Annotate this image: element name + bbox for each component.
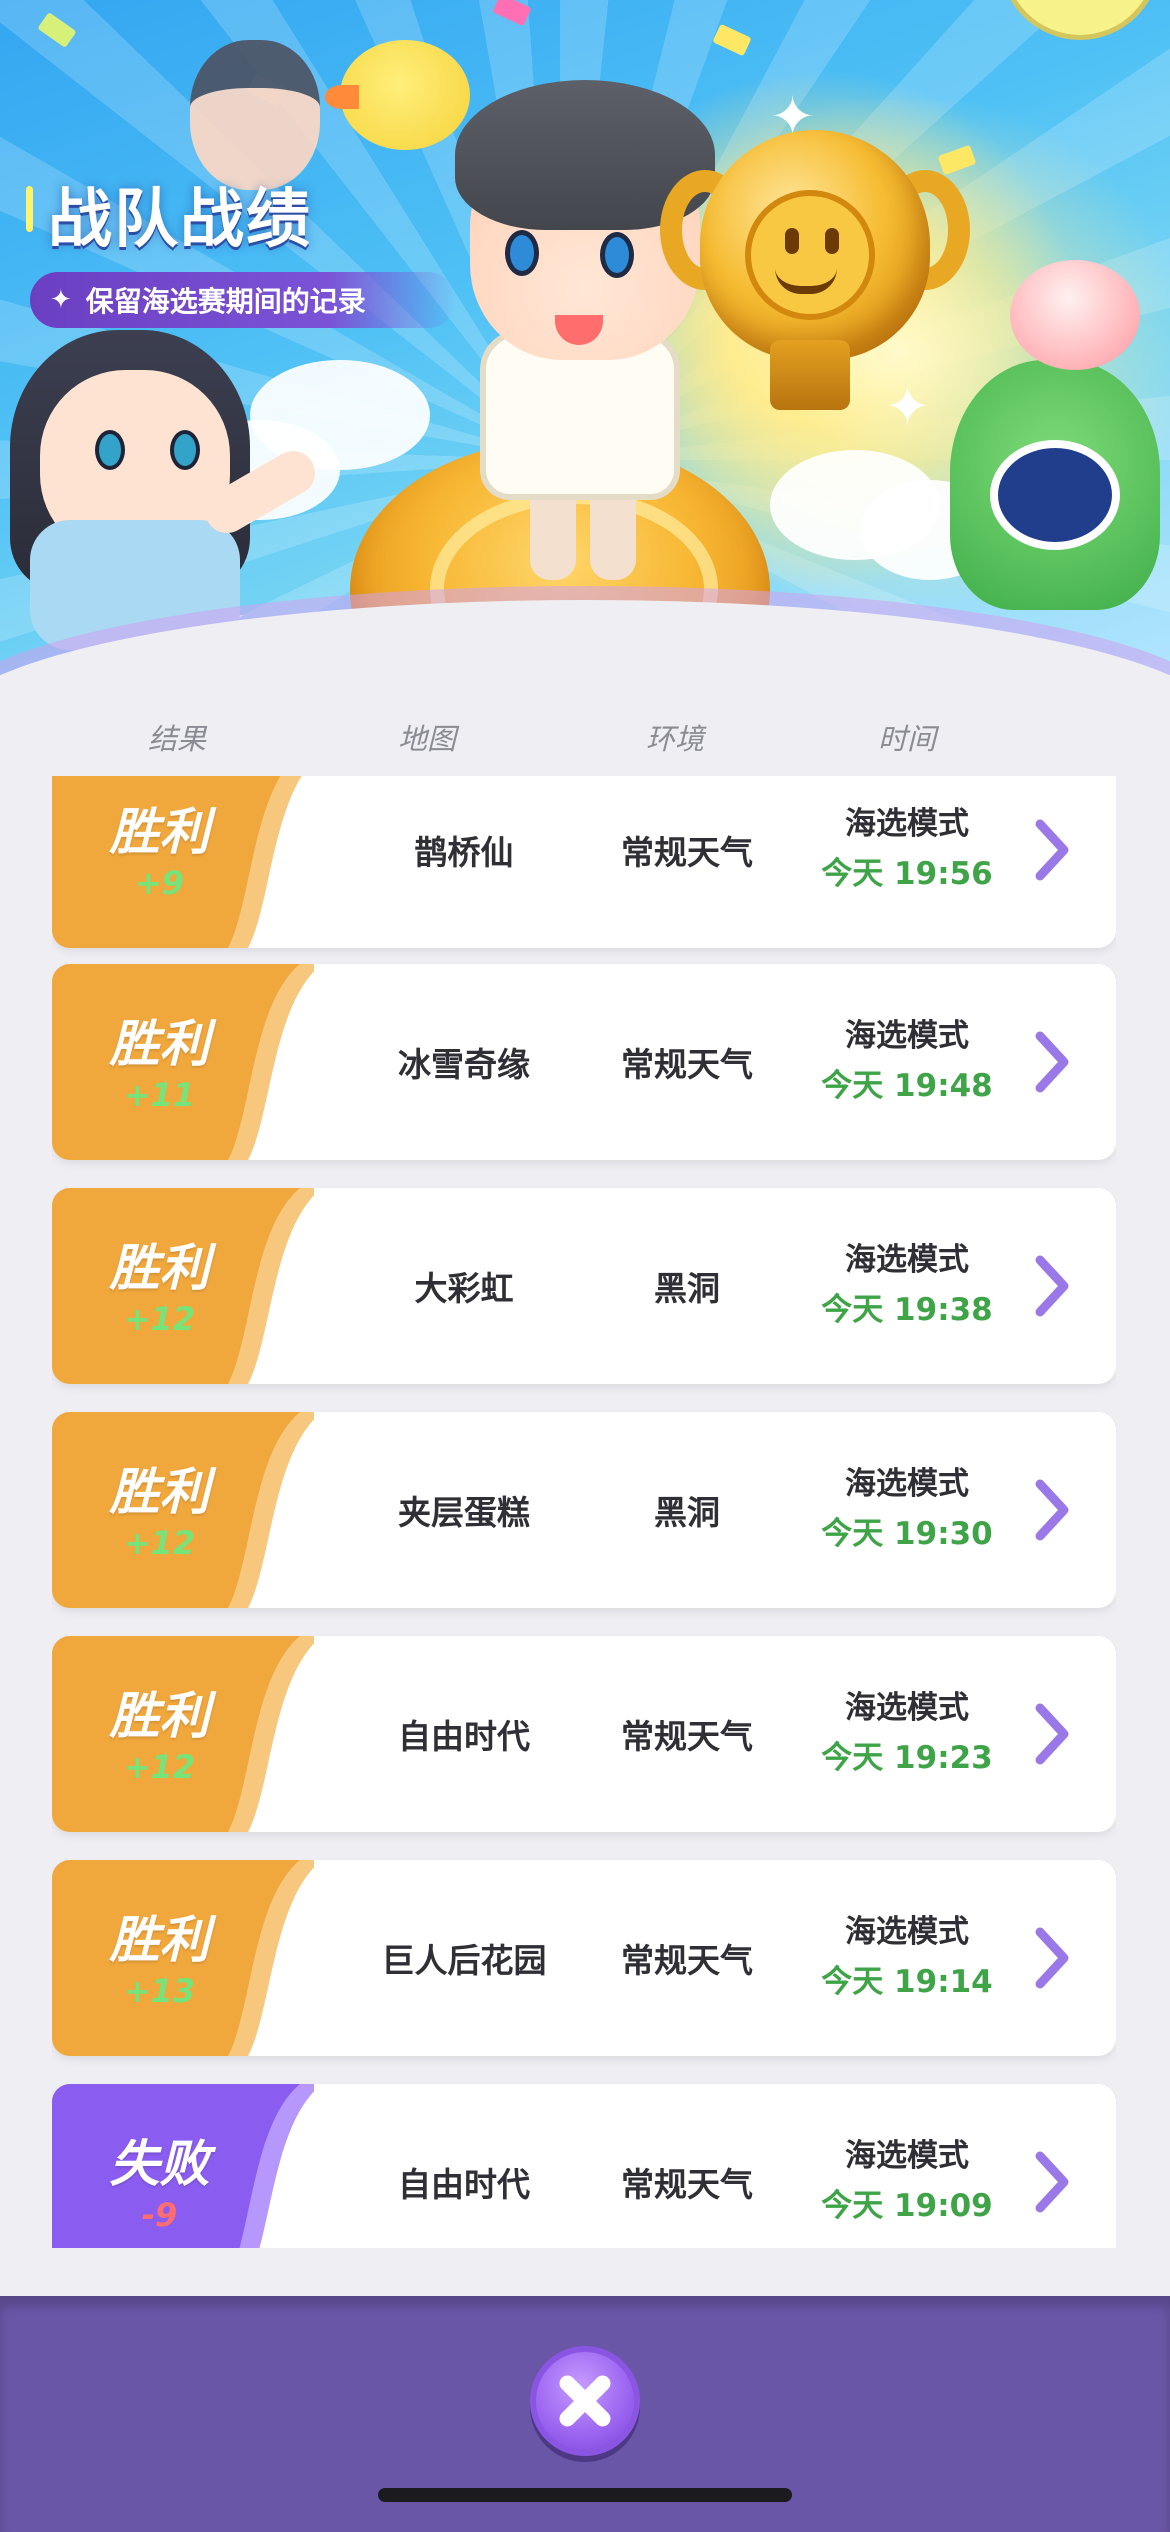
record-row[interactable]: 胜利 +11 冰雪奇缘 常规天气 海选模式今天 19:48 xyxy=(52,964,1116,1160)
match-mode: 海选模式 xyxy=(845,1690,969,1726)
match-time: 今天 19:38 xyxy=(821,1292,993,1328)
chevron-right-icon[interactable] xyxy=(1026,1022,1078,1102)
environment-name: 常规天气 xyxy=(621,833,753,872)
result-badge: 失败 -9 xyxy=(52,2084,314,2248)
score-change: +9 xyxy=(134,864,185,902)
match-mode: 海选模式 xyxy=(845,1242,969,1278)
record-row[interactable]: 胜利 +12 大彩虹 黑洞 海选模式今天 19:38 xyxy=(52,1188,1116,1384)
result-label: 胜利 xyxy=(109,1687,210,1745)
title-accent-bar xyxy=(26,186,33,232)
match-time: 今天 19:30 xyxy=(821,1516,993,1552)
score-change: +11 xyxy=(123,1076,196,1114)
column-header-result: 结果 xyxy=(148,722,207,756)
match-mode: 海选模式 xyxy=(845,1466,969,1502)
trophy-eye xyxy=(825,228,839,254)
result-badge: 胜利 +13 xyxy=(52,1860,314,2056)
environment-name: 常规天气 xyxy=(621,1941,753,1980)
chevron-right-icon[interactable] xyxy=(1026,2142,1078,2222)
match-time: 今天 19:23 xyxy=(821,1740,993,1776)
environment-name: 黑洞 xyxy=(654,1493,720,1532)
chick-beak xyxy=(325,85,359,109)
score-change: +12 xyxy=(123,1300,196,1338)
chevron-right-icon[interactable] xyxy=(1026,1918,1078,1998)
environment-name: 常规天气 xyxy=(621,2165,753,2204)
result-badge: 胜利 +12 xyxy=(52,1188,314,1384)
records-list[interactable]: 胜利 +9 鹊桥仙 常规天气 海选模式 今天 19:56 胜利 +11 冰雪奇缘 常规天气 海选模式… xyxy=(52,776,1116,2248)
match-time: 今天 19:14 xyxy=(821,1964,993,2000)
match-mode: 海选模式 xyxy=(845,1914,969,1950)
record-row[interactable]: 胜利 +12 夹层蛋糕 黑洞 海选模式今天 19:30 xyxy=(52,1412,1116,1608)
sparkle-icon: ✦ xyxy=(885,375,931,438)
page-title: 战队战绩 xyxy=(48,183,312,257)
boy-eye xyxy=(600,232,634,278)
page-subtitle: 保留海选赛期间的记录 xyxy=(85,285,366,318)
girl-eye xyxy=(95,430,125,470)
record-row[interactable]: 胜利 +13 巨人后花园 常规天气 海选模式今天 19:14 xyxy=(52,1860,1116,2056)
result-label: 胜利 xyxy=(109,1239,210,1297)
environment-name: 常规天气 xyxy=(621,1717,753,1756)
confetti xyxy=(492,0,532,27)
subtitle-pill: ✦ 保留海选赛期间的记录 xyxy=(30,272,456,328)
character-pink-blob xyxy=(1010,260,1140,370)
map-name: 自由时代 xyxy=(398,1717,530,1756)
record-row[interactable]: 胜利 +9 鹊桥仙 常规天气 海选模式今天 19:56 xyxy=(52,776,1116,948)
map-name: 夹层蛋糕 xyxy=(398,1493,530,1532)
result-label: 胜利 xyxy=(109,803,210,861)
home-indicator xyxy=(378,2488,792,2502)
girl-eye xyxy=(170,430,200,470)
character-chick xyxy=(340,40,470,150)
close-icon xyxy=(559,2375,611,2427)
score-change: -9 xyxy=(141,2196,178,2234)
chevron-right-icon[interactable] xyxy=(1026,1246,1078,1326)
map-name: 巨人后花园 xyxy=(381,1941,547,1980)
map-name: 自由时代 xyxy=(398,2165,530,2204)
trophy-eye xyxy=(785,228,799,254)
banner: ✦ ✦ ☆ 战队战绩 ✦ 保留海选赛期间的记录 xyxy=(0,0,1170,720)
character-duck xyxy=(1000,0,1160,40)
result-label: 胜利 xyxy=(109,1911,210,1969)
environment-name: 常规天气 xyxy=(621,1045,753,1084)
trophy-face xyxy=(745,190,875,320)
result-badge: 胜利 +12 xyxy=(52,1412,314,1608)
score-change: +13 xyxy=(123,1972,196,2010)
column-header-time: 时间 xyxy=(878,722,937,756)
column-header-map: 地图 xyxy=(398,722,457,756)
chevron-right-icon[interactable] xyxy=(1026,810,1078,890)
result-label: 失败 xyxy=(109,2135,210,2193)
match-time: 今天 19:48 xyxy=(821,1068,993,1104)
score-change: +12 xyxy=(123,1524,196,1562)
result-label: 胜利 xyxy=(109,1463,210,1521)
dino-mouth xyxy=(990,440,1120,550)
match-time: 今天 19:09 xyxy=(821,2188,993,2224)
result-badge: 胜利 +9 xyxy=(52,776,314,948)
score-change: +12 xyxy=(123,1748,196,1786)
record-row[interactable]: 失败 -9 自由时代 常规天气 海选模式今天 19:09 xyxy=(52,2084,1116,2248)
boy-eye xyxy=(505,230,539,276)
trophy-stem xyxy=(770,340,850,410)
chevron-right-icon[interactable] xyxy=(1026,1694,1078,1774)
environment-name: 黑洞 xyxy=(654,1269,720,1308)
close-button[interactable] xyxy=(530,2346,640,2456)
map-name: 鹊桥仙 xyxy=(414,833,514,872)
result-label: 胜利 xyxy=(109,1015,210,1073)
match-mode: 海选模式 xyxy=(845,1018,969,1054)
match-time: 今天 19:56 xyxy=(821,856,993,892)
map-name: 大彩虹 xyxy=(414,1269,514,1308)
chevron-right-icon[interactable] xyxy=(1026,1470,1078,1550)
confetti xyxy=(37,12,77,48)
match-mode: 海选模式 xyxy=(845,2138,969,2174)
match-mode: 海选模式 xyxy=(845,806,969,842)
confetti xyxy=(712,23,752,57)
result-badge: 胜利 +12 xyxy=(52,1636,314,1832)
map-name: 冰雪奇缘 xyxy=(398,1045,530,1084)
result-badge: 胜利 +11 xyxy=(52,964,314,1160)
column-header-environment: 环境 xyxy=(646,722,705,756)
sparkle-icon: ✦ xyxy=(50,285,72,315)
record-row[interactable]: 胜利 +12 自由时代 常规天气 海选模式今天 19:23 xyxy=(52,1636,1116,1832)
